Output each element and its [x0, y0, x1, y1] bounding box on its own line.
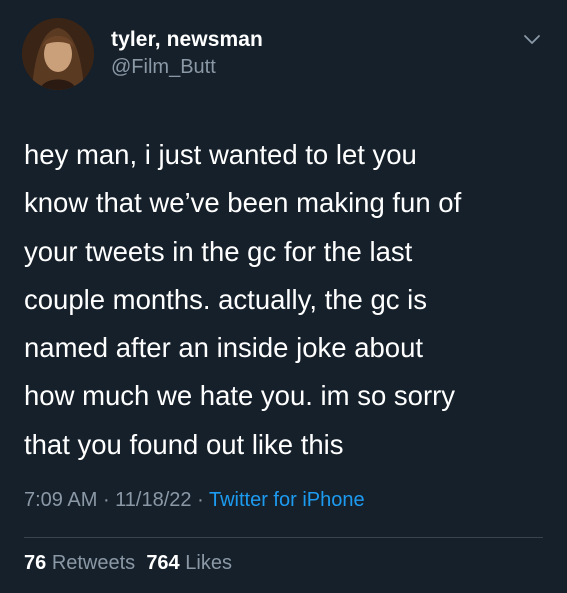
- tweet-card: tyler, newsman @Film_Butt hey man, i jus…: [0, 0, 567, 593]
- tweet-date[interactable]: 11/18/22: [115, 489, 191, 511]
- meta-separator: ·: [191, 489, 209, 511]
- avatar[interactable]: [22, 18, 94, 90]
- tweet-meta: 7:09 AM · 11/18/22 · Twitter for iPhone: [24, 489, 365, 512]
- avatar-image: [22, 18, 94, 90]
- author-handle[interactable]: @Film_Butt: [111, 56, 216, 79]
- retweets-count: 76: [24, 552, 47, 574]
- tweet-stats: 76 Retweets 764 Likes: [24, 552, 232, 575]
- author-display-name[interactable]: tyler, newsman: [111, 28, 263, 52]
- likes-stat[interactable]: 764 Likes: [146, 552, 232, 574]
- divider: [24, 537, 543, 538]
- likes-count: 764: [146, 552, 180, 574]
- meta-separator: ·: [97, 489, 116, 511]
- chevron-down-icon[interactable]: [522, 30, 542, 50]
- retweets-label: Retweets: [51, 552, 136, 574]
- likes-label: Likes: [185, 552, 232, 574]
- tweet-time[interactable]: 7:09 AM: [24, 489, 97, 511]
- retweets-stat[interactable]: 76 Retweets: [24, 552, 135, 574]
- tweet-source-link[interactable]: Twitter for iPhone: [209, 489, 365, 511]
- tweet-text: hey man, i just wanted to let you know t…: [24, 139, 462, 460]
